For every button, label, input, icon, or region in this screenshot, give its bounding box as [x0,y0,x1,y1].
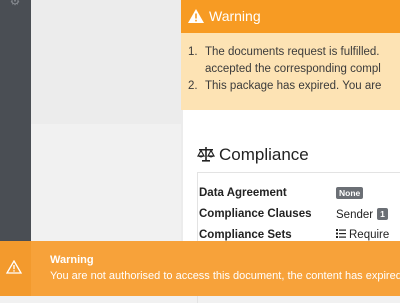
warning-icon [188,9,204,23]
toast-message: You are not authorised to access this do… [50,270,400,282]
compliance-clauses-label: Compliance Clauses [199,208,312,220]
item-number: 2. [188,80,198,92]
sets-requirement: Require [349,229,390,241]
warning-item: 1. The documents request is fulfilled. a… [188,44,381,78]
warning-toast[interactable]: Warning You are not authorised to access… [0,241,400,296]
compliance-sets-label: Compliance Sets [199,229,292,241]
count-badge: 1 [377,208,388,220]
data-agreement-value: None [336,187,364,199]
item-number: 1. [188,46,198,58]
toast-title: Warning [50,254,94,266]
warning-item-text-cont: accepted the corresponding compl [205,63,381,75]
warning-panel: Warning 1. The documents request is fulf… [181,0,400,110]
content-placeholder [31,0,181,124]
gear-icon[interactable]: ⚙ [8,0,22,8]
compliance-sets-value[interactable]: Require [336,229,389,241]
toast-icon-box [0,241,31,296]
compliance-title: Compliance [219,145,309,164]
compliance-heading: Compliance [197,145,309,165]
warning-header: Warning [181,0,400,33]
warning-item: 2. This package has expired. You are [188,78,381,95]
checklist-icon [336,229,346,238]
compliance-clauses-value[interactable]: Sender 1 [336,208,388,221]
status-badge: None [336,187,364,199]
warning-icon [6,260,22,274]
warning-item-text: The documents request is fulfilled. [205,46,380,58]
warning-item-text: This package has expired. You are [205,80,382,92]
balance-scale-icon [197,147,215,162]
clause-owner: Sender [336,209,374,221]
warning-title: Warning [209,8,261,24]
warning-list: 1. The documents request is fulfilled. a… [188,44,381,95]
data-agreement-label: Data Agreement [199,187,287,199]
